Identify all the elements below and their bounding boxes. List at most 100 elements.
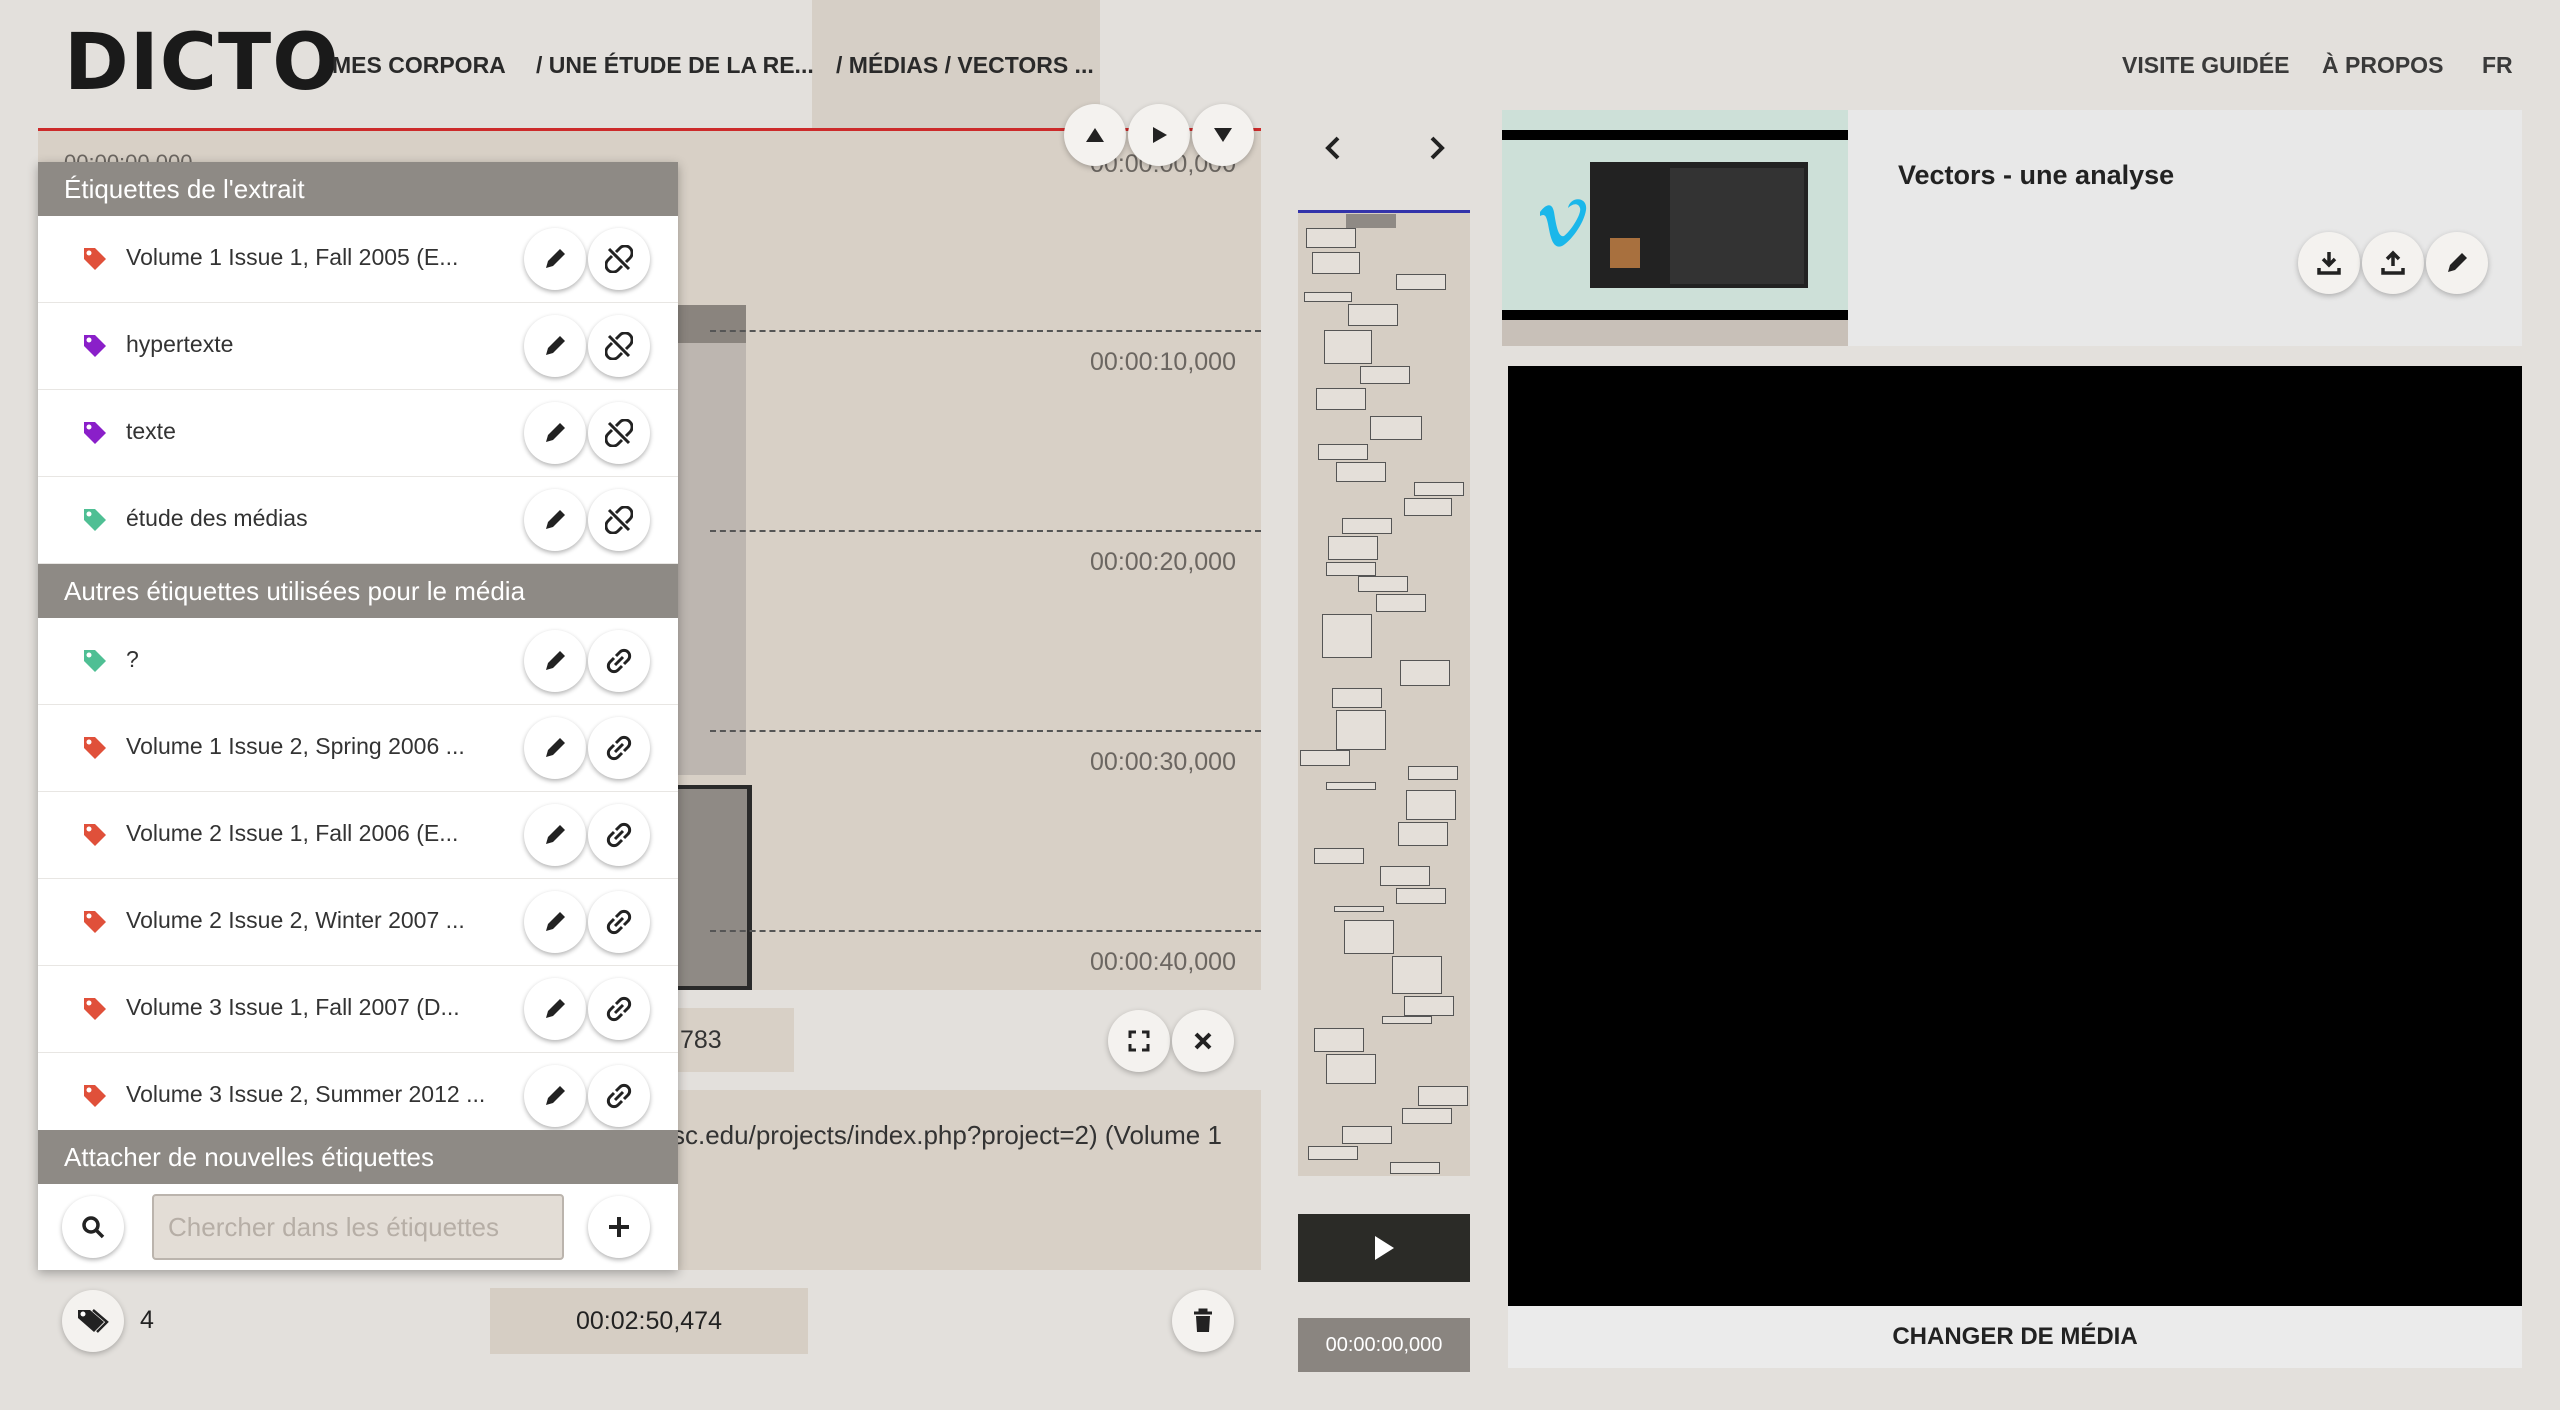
thumb-bar bbox=[1502, 310, 1848, 320]
search-icon bbox=[82, 1216, 105, 1239]
nav-my-corpora[interactable]: MES CORPORA bbox=[332, 52, 506, 79]
tag-label: texte bbox=[126, 418, 176, 444]
tag-row[interactable]: hypertexte bbox=[38, 303, 678, 390]
tag-label: Volume 2 Issue 2, Winter 2007 ... bbox=[126, 907, 465, 933]
timeline-time-20: 00:00:20,000 bbox=[1090, 548, 1236, 576]
minimap-segment bbox=[1336, 462, 1386, 482]
link-tag-button[interactable] bbox=[588, 978, 650, 1040]
edit-media-button[interactable] bbox=[2426, 232, 2488, 294]
minimap-segment bbox=[1316, 388, 1366, 410]
minimap-segment bbox=[1408, 766, 1458, 780]
edit-tag-button[interactable] bbox=[524, 717, 586, 779]
nav-about[interactable]: À PROPOS bbox=[2322, 52, 2443, 79]
pencil-icon bbox=[546, 912, 565, 931]
edit-tag-button[interactable] bbox=[524, 315, 586, 377]
minimap-segment bbox=[1358, 576, 1408, 592]
minimap-segment bbox=[1342, 518, 1392, 534]
unlink-tag-button[interactable] bbox=[588, 228, 650, 290]
tag-icon bbox=[84, 824, 106, 846]
seek-up-button[interactable] bbox=[1064, 104, 1126, 166]
chevron-left-icon bbox=[1325, 136, 1340, 160]
edit-tag-button[interactable] bbox=[524, 402, 586, 464]
search-button[interactable] bbox=[62, 1196, 124, 1258]
unlink-icon bbox=[605, 332, 633, 360]
edit-tag-button[interactable] bbox=[524, 489, 586, 551]
unlink-tag-button[interactable] bbox=[588, 315, 650, 377]
nav-corpus-breadcrumb[interactable]: / UNE ÉTUDE DE LA RE... bbox=[536, 52, 814, 79]
nav-guided-tour[interactable]: VISITE GUIDÉE bbox=[2122, 52, 2289, 79]
tag-row[interactable]: ? bbox=[38, 618, 678, 705]
tag-label: étude des médias bbox=[126, 505, 308, 531]
tag-label: Volume 3 Issue 2, Summer 2012 ... bbox=[126, 1081, 486, 1107]
tag-row[interactable]: Volume 2 Issue 1, Fall 2006 (E... bbox=[38, 792, 678, 879]
minimap-viewport[interactable] bbox=[1346, 214, 1396, 228]
media-thumbnail[interactable] bbox=[1502, 110, 1848, 346]
close-button[interactable] bbox=[1172, 1010, 1234, 1072]
tag-row[interactable]: Volume 3 Issue 1, Fall 2007 (D... bbox=[38, 966, 678, 1053]
unlink-tag-button[interactable] bbox=[588, 402, 650, 464]
minimap-segment bbox=[1360, 366, 1410, 384]
minimap-segment bbox=[1418, 1086, 1468, 1106]
minimap-segment bbox=[1314, 848, 1364, 864]
delete-button[interactable] bbox=[1172, 1290, 1234, 1352]
video-player[interactable] bbox=[1508, 366, 2522, 1306]
minimap-segment bbox=[1402, 1108, 1452, 1124]
pencil-icon bbox=[546, 423, 565, 442]
edit-tag-button[interactable] bbox=[524, 804, 586, 866]
timeline-time-40: 00:00:40,000 bbox=[1090, 948, 1236, 976]
timeline-time-30: 00:00:30,000 bbox=[1090, 748, 1236, 776]
change-media-button[interactable]: CHANGER DE MÉDIA bbox=[1508, 1306, 2522, 1368]
app-logo[interactable]: DICTO bbox=[64, 18, 340, 108]
nav-media-breadcrumb[interactable]: / MÉDIAS / VECTORS ... bbox=[836, 52, 1094, 79]
thumb-footer bbox=[1502, 320, 1848, 346]
tag-icon bbox=[84, 422, 106, 444]
edit-tag-button[interactable] bbox=[524, 228, 586, 290]
tag-icon bbox=[84, 509, 106, 531]
minimap-segment bbox=[1304, 292, 1352, 302]
link-tag-button[interactable] bbox=[588, 804, 650, 866]
minimap-segment bbox=[1414, 482, 1464, 496]
play-pause-button[interactable] bbox=[1298, 1214, 1470, 1282]
tag-row[interactable]: Volume 1 Issue 1, Fall 2005 (E... bbox=[38, 216, 678, 303]
unlink-icon bbox=[605, 245, 633, 273]
link-tag-button[interactable] bbox=[588, 717, 650, 779]
tag-search-input[interactable] bbox=[152, 1194, 564, 1260]
minimap-segment bbox=[1306, 228, 1356, 248]
next-button[interactable] bbox=[1418, 128, 1454, 173]
link-tag-button[interactable] bbox=[588, 1065, 650, 1127]
pencil-icon bbox=[546, 825, 565, 844]
play-button[interactable] bbox=[1128, 104, 1190, 166]
tags-toggle-button[interactable] bbox=[62, 1290, 124, 1352]
minimap-segment bbox=[1324, 330, 1372, 364]
tag-row[interactable]: Volume 3 Issue 2, Summer 2012 ... bbox=[38, 1053, 678, 1140]
pencil-icon bbox=[546, 999, 565, 1018]
timeline-gridline bbox=[710, 530, 1261, 532]
fullscreen-button[interactable] bbox=[1108, 1010, 1170, 1072]
seek-down-button[interactable] bbox=[1192, 104, 1254, 166]
tag-row[interactable]: Volume 1 Issue 2, Spring 2006 ... bbox=[38, 705, 678, 792]
chevron-right-icon bbox=[1430, 136, 1445, 160]
tag-row[interactable]: étude des médias bbox=[38, 477, 678, 564]
link-tag-button[interactable] bbox=[588, 891, 650, 953]
download-button[interactable] bbox=[2298, 232, 2360, 294]
link-tag-button[interactable] bbox=[588, 630, 650, 692]
add-tag-button[interactable] bbox=[588, 1196, 650, 1258]
upload-button[interactable] bbox=[2362, 232, 2424, 294]
timeline-minimap[interactable] bbox=[1298, 212, 1470, 1176]
edit-tag-button[interactable] bbox=[524, 630, 586, 692]
media-title: Vectors - une analyse bbox=[1898, 160, 2175, 190]
nav-language[interactable]: FR bbox=[2482, 52, 2513, 79]
current-time-text: 00:00:00,000 bbox=[1325, 1333, 1443, 1356]
edit-tag-button[interactable] bbox=[524, 891, 586, 953]
prev-button[interactable] bbox=[1316, 128, 1352, 173]
edit-tag-button[interactable] bbox=[524, 1065, 586, 1127]
minimap-segment bbox=[1326, 782, 1376, 790]
minimap-segment bbox=[1334, 906, 1384, 912]
tag-row[interactable]: texte bbox=[38, 390, 678, 477]
unlink-tag-button[interactable] bbox=[588, 489, 650, 551]
thumb-screenshot-photo bbox=[1610, 238, 1640, 268]
tag-label: Volume 1 Issue 2, Spring 2006 ... bbox=[126, 733, 465, 759]
tag-row[interactable]: Volume 2 Issue 2, Winter 2007 ... bbox=[38, 879, 678, 966]
pencil-icon bbox=[546, 651, 565, 670]
edit-tag-button[interactable] bbox=[524, 978, 586, 1040]
